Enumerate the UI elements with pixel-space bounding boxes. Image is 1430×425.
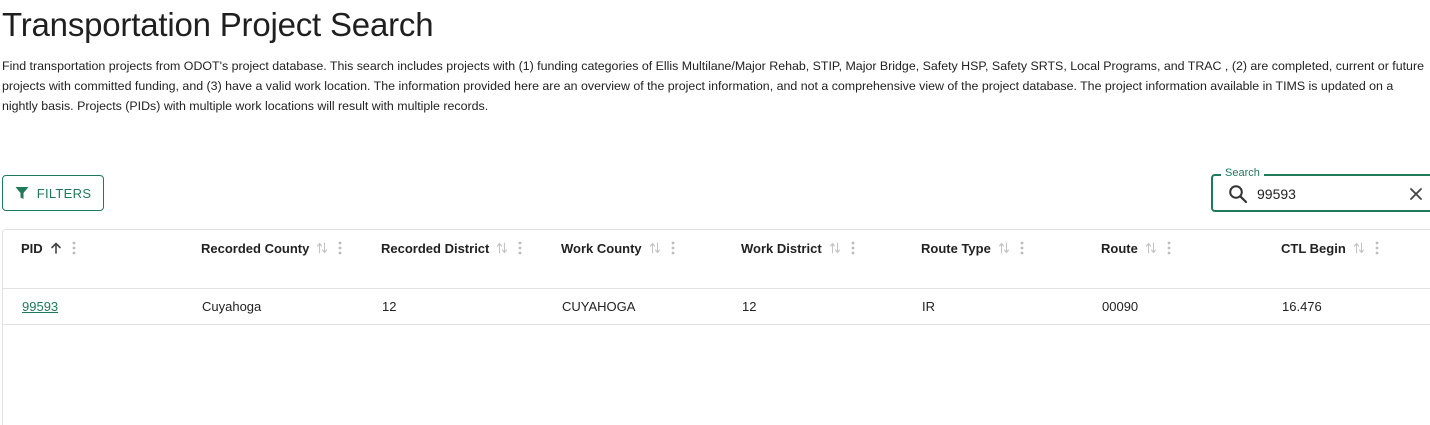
table-cell: CUYAHOGA	[562, 299, 636, 314]
column-header[interactable]: Recorded District	[381, 238, 522, 258]
table-cell: 00090	[1102, 299, 1139, 314]
sort-icon[interactable]	[496, 242, 508, 254]
search-icon	[1229, 185, 1248, 204]
table-cell: 12	[382, 299, 397, 314]
sort-icon[interactable]	[1145, 242, 1157, 254]
column-header-label: Recorded District	[381, 240, 490, 256]
search-field[interactable]: Search	[1211, 166, 1430, 212]
column-menu-icon[interactable]	[518, 241, 522, 255]
column-header[interactable]: Recorded County	[201, 238, 342, 258]
sort-icon[interactable]	[316, 242, 328, 254]
close-icon[interactable]	[1408, 186, 1424, 202]
column-header-label: Recorded County	[201, 240, 310, 256]
projects-table: PID Recorded County Recorded District Work …	[2, 229, 1430, 425]
column-menu-icon[interactable]	[338, 241, 342, 255]
column-header-label: PID	[21, 240, 43, 256]
column-header-label: Work County	[561, 240, 642, 256]
column-header[interactable]: Work District	[741, 238, 855, 258]
sort-icon[interactable]	[1353, 242, 1365, 254]
column-header[interactable]: CTL Begin	[1281, 238, 1379, 258]
table-cell: 16.476	[1282, 299, 1322, 314]
column-menu-icon[interactable]	[72, 241, 76, 255]
filter-icon	[15, 187, 29, 199]
column-menu-icon[interactable]	[851, 241, 855, 255]
column-header[interactable]: PID	[21, 238, 76, 258]
table-row[interactable]: 99593 Cuyahoga 12 CUYAHOGA 12 IR 00090 16.476	[3, 289, 1430, 325]
column-menu-icon[interactable]	[1375, 241, 1379, 255]
table-cell: Cuyahoga	[202, 299, 262, 314]
column-header-label: Route	[1101, 240, 1138, 256]
column-header[interactable]: Route Type	[921, 238, 1024, 258]
page-title: Transportation Project Search	[2, 6, 434, 43]
column-menu-icon[interactable]	[1167, 241, 1171, 255]
filters-button[interactable]: FILTERS	[2, 175, 104, 211]
column-header-label: Route Type	[921, 240, 991, 256]
sort-icon[interactable]	[649, 242, 661, 254]
pid-link[interactable]: 99593	[22, 299, 58, 314]
column-menu-icon[interactable]	[1020, 241, 1024, 255]
column-menu-icon[interactable]	[671, 241, 675, 255]
filters-button-label: FILTERS	[36, 185, 92, 201]
table-cell: IR	[922, 299, 935, 314]
sort-icon[interactable]	[829, 242, 841, 254]
column-header[interactable]: Route	[1101, 238, 1171, 258]
column-header[interactable]: Work County	[561, 238, 675, 258]
sort-ascending-icon[interactable]	[50, 242, 62, 254]
search-input[interactable]	[1257, 182, 1377, 206]
table-header-row: PID Recorded County Recorded District Work …	[3, 230, 1430, 289]
page-description: Find transportation projects from ODOT's…	[2, 59, 1424, 113]
sort-icon[interactable]	[998, 242, 1010, 254]
search-label: Search	[1221, 166, 1264, 180]
table-cell: 12	[742, 299, 757, 314]
column-header-label: CTL Begin	[1281, 240, 1346, 256]
column-header-label: Work District	[741, 240, 822, 256]
